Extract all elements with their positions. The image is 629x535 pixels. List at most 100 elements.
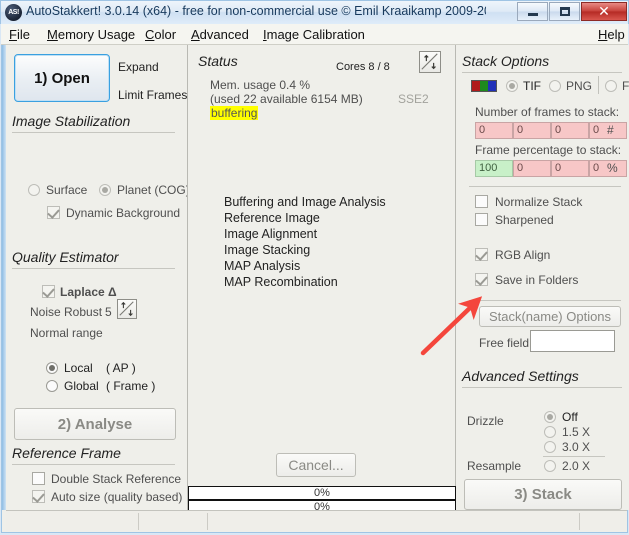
drizzle-label: Drizzle xyxy=(467,414,504,428)
radio-resample-20x[interactable] xyxy=(544,460,556,472)
radio-local-ap-label[interactable]: Local xyxy=(64,361,93,375)
quality-estimator-rule xyxy=(12,268,175,269)
stack-name-options-button[interactable]: Stack(name) Options xyxy=(479,306,621,327)
radio-format-fit-label[interactable]: FIT xyxy=(622,79,629,93)
radio-surface[interactable] xyxy=(28,184,40,196)
checkbox-laplace[interactable] xyxy=(42,285,55,298)
step-map-analysis: MAP Analysis xyxy=(224,259,301,273)
menu-memory-usage[interactable]: Memory Usage xyxy=(47,27,135,42)
menu-help[interactable]: Help xyxy=(598,27,625,42)
image-stabilization-rule xyxy=(12,132,175,133)
radio-drizzle-off-label[interactable]: Off xyxy=(562,410,578,424)
radio-local-ap[interactable] xyxy=(46,362,58,374)
checkbox-auto-size-label[interactable]: Auto size (quality based) xyxy=(51,490,182,504)
rgb-color-icon[interactable] xyxy=(471,80,497,92)
radio-drizzle-30x[interactable] xyxy=(544,441,556,453)
resample-label: Resample xyxy=(467,459,522,473)
radio-drizzle-15x[interactable] xyxy=(544,426,556,438)
radio-global-frame[interactable] xyxy=(46,380,58,392)
checkbox-sharpened[interactable] xyxy=(475,213,488,226)
stack-options-rule-2 xyxy=(469,186,621,187)
menu-bar: File Memory Usage Color Advanced Image C… xyxy=(1,24,628,45)
maximize-button[interactable] xyxy=(549,2,580,21)
step-map-recombination: MAP Recombination xyxy=(224,275,338,289)
radio-format-png-label[interactable]: PNG xyxy=(566,79,592,93)
left-accent-strip xyxy=(2,45,6,510)
progress-bar-top: 0% xyxy=(188,486,456,500)
stack-options-rule-3 xyxy=(469,300,621,301)
limit-frames-label[interactable]: Limit Frames xyxy=(118,88,187,102)
open-button[interactable]: 1) Open xyxy=(14,54,110,102)
reference-frame-rule xyxy=(12,464,175,465)
frames-field-2[interactable]: 0 xyxy=(513,122,551,139)
cancel-button[interactable]: Cancel... xyxy=(276,453,356,477)
radio-format-fit[interactable] xyxy=(605,80,617,92)
minimize-button[interactable] xyxy=(517,2,548,21)
window-title: AutoStakkert! 3.0.14 (x64) - free for no… xyxy=(26,4,486,18)
mem-usage-line: Mem. usage 0.4 % xyxy=(210,78,311,92)
radio-global-frame-label[interactable]: Global xyxy=(64,379,99,393)
noise-robust-value: 5 xyxy=(105,305,112,319)
radio-drizzle-30x-label[interactable]: 3.0 X xyxy=(562,440,590,454)
application-window: AS! AutoStakkert! 3.0.14 (x64) - free fo… xyxy=(0,0,629,535)
menu-color[interactable]: Color xyxy=(145,27,176,42)
step-image-stacking: Image Stacking xyxy=(224,243,311,257)
stack-options-rule xyxy=(462,72,622,73)
radio-format-png[interactable] xyxy=(549,80,561,92)
checkbox-normalize-stack-label[interactable]: Normalize Stack xyxy=(495,195,582,209)
minimize-icon xyxy=(527,13,538,16)
radio-drizzle-15x-label[interactable]: 1.5 X xyxy=(562,425,590,439)
radio-resample-20x-label[interactable]: 2.0 X xyxy=(562,459,590,473)
close-button[interactable]: ✕ xyxy=(581,2,627,21)
checkbox-normalize-stack[interactable] xyxy=(475,195,488,208)
quality-estimator-title: Quality Estimator xyxy=(12,249,119,265)
percent-field-2[interactable]: 0 xyxy=(513,160,551,177)
checkbox-save-in-folders-label[interactable]: Save in Folders xyxy=(495,273,578,287)
statusbar-divider-1 xyxy=(138,513,139,530)
checkbox-double-stack-reference-label[interactable]: Double Stack Reference xyxy=(51,472,181,486)
menu-file[interactable]: File xyxy=(9,27,30,42)
checkbox-save-in-folders[interactable] xyxy=(475,273,488,286)
percent-unit-label: % xyxy=(607,161,618,175)
buffering-status: buffering xyxy=(210,106,259,120)
radio-format-tif-label[interactable]: TIF xyxy=(523,79,541,93)
radio-drizzle-off[interactable] xyxy=(544,411,556,423)
status-panel: Status Cores 8 / 8 Mem. usage 0.4 % (use… xyxy=(187,45,456,514)
percent-field-3[interactable]: 0 xyxy=(551,160,589,177)
step-buffering-analysis: Buffering and Image Analysis xyxy=(224,195,386,209)
checkbox-rgb-align-label[interactable]: RGB Align xyxy=(495,248,550,262)
menu-image-calibration[interactable]: Image Calibration xyxy=(263,27,365,42)
frames-to-stack-label: Number of frames to stack: xyxy=(475,105,620,119)
radio-planet-cog[interactable] xyxy=(99,184,111,196)
frames-field-3[interactable]: 0 xyxy=(551,122,589,139)
normal-range-label: Normal range xyxy=(30,326,103,340)
checkbox-dynamic-background-label[interactable]: Dynamic Background xyxy=(66,206,180,220)
checkbox-dynamic-background[interactable] xyxy=(47,206,60,219)
radio-planet-cog-label[interactable]: Planet (COG) xyxy=(117,183,190,197)
checkbox-laplace-label[interactable]: Laplace Δ xyxy=(60,285,117,299)
checkbox-auto-size[interactable] xyxy=(32,490,45,503)
reference-frame-title: Reference Frame xyxy=(12,445,121,461)
status-title: Status xyxy=(198,53,238,69)
checkbox-double-stack-reference[interactable] xyxy=(32,472,45,485)
frames-field-1[interactable]: 0 xyxy=(475,122,513,139)
checkbox-rgb-align[interactable] xyxy=(475,248,488,261)
noise-robust-stepper[interactable] xyxy=(117,299,137,319)
percent-field-1[interactable]: 100 xyxy=(475,160,513,177)
free-field-input[interactable] xyxy=(530,330,615,352)
format-separator xyxy=(598,76,599,94)
stack-button[interactable]: 3) Stack xyxy=(464,479,622,510)
mem-detail-line: (used 22 available 6154 MB) xyxy=(210,92,363,106)
drizzle-resample-rule xyxy=(543,456,605,457)
cores-stepper[interactable] xyxy=(419,51,441,73)
menu-advanced[interactable]: Advanced xyxy=(191,27,249,42)
analyse-button[interactable]: 2) Analyse xyxy=(14,408,176,440)
radio-surface-label[interactable]: Surface xyxy=(46,183,87,197)
radio-format-tif[interactable] xyxy=(506,80,518,92)
client-area: 1) Open Expand Limit Frames Image Stabil… xyxy=(1,45,629,533)
expand-label[interactable]: Expand xyxy=(118,60,159,74)
cores-label: Cores 8 / 8 xyxy=(336,61,390,73)
checkbox-sharpened-label[interactable]: Sharpened xyxy=(495,213,554,227)
global-frame-suffix: ( Frame ) xyxy=(106,379,156,393)
statusbar-divider-3 xyxy=(579,513,580,530)
